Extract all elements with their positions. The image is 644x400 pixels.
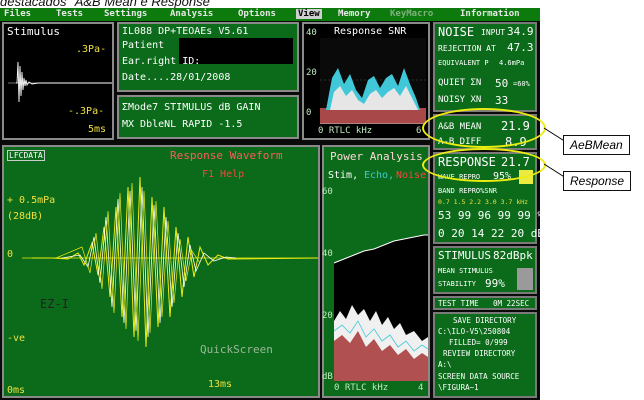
menu-tests[interactable]: Tests	[56, 9, 83, 19]
power-y-60: 60	[322, 187, 333, 197]
stability-label: STABILITY	[438, 280, 476, 288]
power-y-20: 20	[322, 311, 333, 321]
menu-settings[interactable]: Settings	[104, 9, 147, 19]
response-highlight	[422, 148, 546, 182]
ab-mean-highlight	[422, 108, 546, 148]
test-time-box: TEST TIME 0M 22SEC	[433, 296, 537, 310]
menu-analysis[interactable]: Analysis	[170, 9, 213, 19]
snr-y-top: 40	[306, 28, 317, 38]
info-date: Date....28/01/2008	[122, 72, 231, 83]
stimulus-bottom-label: -.3Pa-	[68, 106, 105, 117]
legend-noise: Noise	[396, 170, 427, 181]
power-y-db: dB	[322, 372, 333, 382]
stimulus-title: Stimulus	[7, 25, 60, 38]
review-dir-label: REVIEW DIRECTORY	[443, 349, 516, 358]
power-analysis-panel: Power Analysis Stim, Echo, Noise 60 40 2…	[322, 145, 430, 398]
snr-y-bot: 0	[306, 108, 312, 118]
menu-information[interactable]: Information	[460, 9, 520, 19]
menu-options[interactable]: Options	[238, 9, 276, 19]
waveform-end: 13ms	[208, 379, 233, 390]
mode-panel: ΣMode7 STIMULUS dB GAIN MX DbleNL RAPID …	[117, 95, 299, 139]
screen-data-source-label: SCREEN DATA SOURCE	[438, 372, 520, 381]
power-chart	[334, 201, 428, 381]
noise-input-label: INPUT	[481, 28, 506, 37]
save-directory-box: SAVE DIRECTORY C:\ILO-V5\250804 FILLED= …	[433, 312, 537, 398]
quickscreen-overlay: QuickScreen	[200, 343, 273, 356]
snr-chart	[320, 38, 426, 124]
menu-memory[interactable]: Memory	[338, 9, 371, 19]
screen-data-source-path[interactable]: \FIGURA~1	[438, 383, 479, 392]
test-time-label: TEST TIME	[438, 299, 479, 308]
power-x-end: 4	[418, 383, 424, 393]
waveform-zero: 0	[7, 249, 14, 260]
equivalent-value: 4.6mPa	[499, 59, 525, 67]
power-y-40: 40	[322, 249, 333, 259]
noise-title: NOISE	[438, 25, 475, 39]
stability-value: 99%	[485, 277, 505, 290]
noise-box: NOISE INPUT 34.9 REJECTION AT 47.3 EQUIV…	[433, 22, 537, 112]
stimulus-time-label: 5ms	[88, 124, 107, 135]
save-dir-label: SAVE DIRECTORY	[453, 316, 517, 325]
freq-row: 0.7 1.5 2.2 3.0 3.7 kHz	[438, 198, 529, 206]
equivalent-label: EQUIVALENT P	[438, 59, 489, 67]
snr-title: Response SNR	[334, 26, 407, 37]
stimulus-box-value: 82dBpk	[493, 249, 533, 262]
patient-info-panel: IL088 DP+TEOAEs V5.61 Patient Ear.right …	[117, 22, 299, 92]
aebmean-callout: AeBMean	[563, 135, 630, 155]
menu-bar: Files Tests Settings Analysis Options Vi…	[0, 8, 540, 21]
waveform-trace	[22, 176, 318, 348]
quiet-value: 50	[495, 77, 509, 90]
legend-echo: Echo,	[364, 170, 395, 181]
response-callout: Response	[563, 171, 632, 191]
repro-row: 53 99 96 99 99 %	[438, 209, 540, 222]
rejection-label: REJECTION AT	[438, 44, 496, 53]
filled-count: FILLED= 0/999	[449, 338, 508, 347]
snr-x-end: 6	[416, 126, 422, 136]
stimulus-top-label: .3Pa-	[76, 44, 107, 55]
response-waveform-panel: LFCDATA Response Waveform F1 Help + 0.5m…	[2, 145, 320, 398]
ilo-screen: Files Tests Settings Analysis Options Vi…	[0, 8, 540, 400]
mode-line-2: MX DbleNL RAPID -1.5	[122, 119, 243, 130]
test-time-value: 0M 22SEC	[493, 299, 530, 308]
snr-y-mid: 20	[306, 68, 317, 78]
quiet-label: QUIET ΣN	[438, 78, 482, 88]
waveform-neg: -ve	[7, 333, 26, 344]
noise-input-value: 34.9	[507, 25, 534, 38]
snr-x-label: 0 RTLC kHz	[318, 126, 373, 136]
noisy-value: 33	[495, 94, 509, 107]
mode-line-1: ΣMode7 STIMULUS dB GAIN	[122, 102, 261, 113]
info-patient-label: Patient	[122, 40, 165, 51]
menu-view[interactable]: View	[296, 9, 322, 19]
noisy-label: NOISY XN	[438, 95, 482, 105]
info-line-1: IL088 DP+TEOAEs V5.61	[122, 26, 249, 37]
stimulus-box: STIMULUS 82dBpk MEAN STIMULUS STABILITY …	[433, 246, 537, 294]
mean-stimulus-label: MEAN STIMULUS	[438, 267, 493, 275]
info-ear-label: Ear.right ID:	[122, 56, 201, 67]
band-repro-label: BAND REPRO%SNR	[438, 187, 498, 195]
review-dir-path[interactable]: A:\	[438, 360, 452, 369]
menu-files[interactable]: Files	[4, 9, 31, 19]
legend-stim: Stim,	[328, 170, 359, 181]
stimulus-panel: Stimulus .3Pa- -.3Pa- 5ms	[2, 22, 114, 140]
save-dir-path[interactable]: C:\ILO-V5\250804	[438, 327, 510, 336]
rejection-value: 47.3	[507, 41, 534, 54]
ez-overlay-text: EZ-I	[40, 297, 69, 311]
stimulus-trace	[8, 61, 112, 103]
quiet-unit: =60%	[513, 80, 530, 88]
power-title: Power Analysis	[330, 150, 423, 163]
waveform-start: 0ms	[7, 385, 26, 396]
stimulus-box-title: STIMULUS	[438, 249, 491, 262]
snr-row: 0 20 14 22 20 dB	[438, 227, 540, 240]
power-x-label: 0 RTLC kHz	[334, 383, 389, 393]
stability-indicator	[517, 268, 533, 290]
response-snr-panel: Response SNR 40 20 0 0 RTLC kHz 6	[302, 22, 430, 140]
menu-keymacro[interactable]: KeyMacro	[390, 9, 433, 19]
